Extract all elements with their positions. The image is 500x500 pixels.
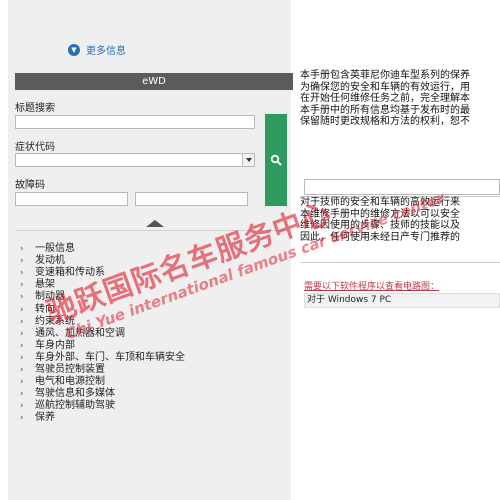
nav-item[interactable]: › 保养	[20, 412, 290, 424]
text-line: 本维修手册中的维修方法以可以安全	[300, 208, 460, 220]
chevron-right-icon: ›	[20, 280, 24, 291]
nav-item[interactable]: › 约束系统	[20, 316, 290, 328]
chevron-right-icon: ›	[20, 316, 24, 327]
nav-item-label: 巡航控制辅助驾驶	[35, 400, 115, 412]
nav-item[interactable]: › 车身外部、车门、车顶和车辆安全	[20, 352, 290, 364]
category-nav: › 一般信息 › 发动机 › 变速箱和传动系 › 悬架 › 制动器 › 转向 › 约束系统 › 通风、加热器和…	[20, 243, 290, 424]
chevron-right-icon: ›	[20, 401, 24, 412]
nav-item-label: 变速箱和传动系	[35, 267, 105, 279]
chevron-down-circle-icon: ▼	[68, 43, 80, 56]
search-button[interactable]	[265, 114, 287, 206]
panel-divider	[15, 230, 291, 231]
content-divider-2	[300, 262, 500, 263]
nav-item-label: 驾驶员控制装置	[35, 363, 105, 375]
chevron-down-icon	[242, 154, 254, 166]
fault-code-label: 故障码	[15, 180, 45, 191]
chevron-right-icon: ›	[20, 244, 24, 255]
search-panel: ▼ 更多信息 eWD 标题搜索 症状代码 故障码 › 一般信息 › 发动机 › 变速箱和传…	[8, 0, 293, 500]
chevron-right-icon: ›	[20, 268, 24, 279]
content-pane: 本手册包含英菲尼你迪车型系列的保养 为确保您的安全和车辆的有效运行，用 在开始任何维…	[296, 0, 500, 500]
nav-item-label: 约束系统	[35, 315, 75, 327]
symptom-code-select[interactable]	[15, 153, 255, 167]
title-search-input[interactable]	[15, 115, 255, 129]
chevron-right-icon: ›	[20, 328, 24, 339]
text-line: 保留随时更改规格和方法的权利，恕不	[300, 116, 470, 128]
text-line: 对于技师的安全和车辆的高效运行来	[300, 197, 460, 208]
windows-7-pc-row[interactable]: 对于 Windows 7 PC	[304, 293, 500, 308]
nav-item[interactable]: › 一般信息	[20, 243, 290, 255]
nav-item-label: 制动器	[35, 291, 65, 303]
nav-item-label: 车身外部、车门、车顶和车辆安全	[35, 351, 185, 363]
nav-item[interactable]: › 巡航控制辅助驾驶	[20, 400, 290, 412]
chevron-right-icon: ›	[20, 292, 24, 303]
nav-item-label: 悬架	[35, 279, 55, 291]
chevron-right-icon: ›	[20, 413, 24, 424]
nav-item[interactable]: › 制动器	[20, 291, 290, 303]
nav-item-label: 驾驶信息和多媒体	[35, 388, 115, 400]
nav-item[interactable]: › 电气和电源控制	[20, 376, 290, 388]
nav-item[interactable]: › 通风、加热器和空调	[20, 328, 290, 340]
chevron-right-icon: ›	[20, 340, 24, 351]
nav-item[interactable]: › 驾驶信息和多媒体	[20, 388, 290, 400]
nav-item[interactable]: › 变速箱和传动系	[20, 267, 290, 279]
nav-item-label: 转向	[35, 303, 55, 315]
software-link[interactable]: 需要以下软件程序以查看电路图：	[304, 279, 439, 292]
nav-item-label: 车身内部	[35, 339, 75, 351]
symptom-code-label: 症状代码	[15, 142, 55, 153]
nav-item-label: 电气和电源控制	[35, 376, 105, 388]
fault-code-input-2[interactable]	[135, 192, 248, 206]
chevron-right-icon: ›	[20, 364, 24, 375]
nav-item-label: 保养	[35, 412, 55, 424]
nav-item[interactable]: › 悬架	[20, 279, 290, 291]
text-line: 维修因使用的步骤、技师的技能以及	[300, 220, 460, 232]
text-line: 为确保您的安全和车辆的有效运行，用	[300, 81, 470, 93]
nav-item[interactable]: › 驾驶员控制装置	[20, 364, 290, 376]
fault-code-input-1[interactable]	[15, 192, 128, 206]
chevron-right-icon: ›	[20, 256, 24, 267]
text-line: 本手册包含英菲尼你迪车型系列的保养	[300, 70, 470, 81]
nav-item[interactable]: › 转向	[20, 303, 290, 315]
more-info-toggle[interactable]: ▼ 更多信息	[68, 42, 126, 57]
more-info-label: 更多信息	[86, 46, 126, 57]
text-line: 在开始任何维修任务之前，完全理解本	[300, 93, 470, 105]
nav-item[interactable]: › 车身内部	[20, 340, 290, 352]
title-search-label: 标题搜索	[15, 103, 55, 114]
nav-item-label: 通风、加热器和空调	[35, 327, 125, 339]
nav-item-label: 发动机	[35, 255, 65, 267]
ewd-header-bar[interactable]: eWD	[15, 73, 293, 90]
nav-item[interactable]: › 发动机	[20, 255, 290, 267]
text-line: 因此，任何使用未经日产专门推荐的	[300, 231, 460, 243]
chevron-right-icon: ›	[20, 377, 24, 388]
collapse-arrow-icon[interactable]	[146, 220, 164, 227]
content-input[interactable]	[304, 179, 500, 195]
nav-item-label: 一般信息	[35, 243, 75, 255]
search-icon	[270, 154, 282, 166]
text-line: 本手册中的所有信息均基于发布时的最	[300, 104, 470, 116]
chevron-right-icon: ›	[20, 389, 24, 400]
chevron-right-icon: ›	[20, 352, 24, 363]
chevron-right-icon: ›	[20, 304, 24, 315]
